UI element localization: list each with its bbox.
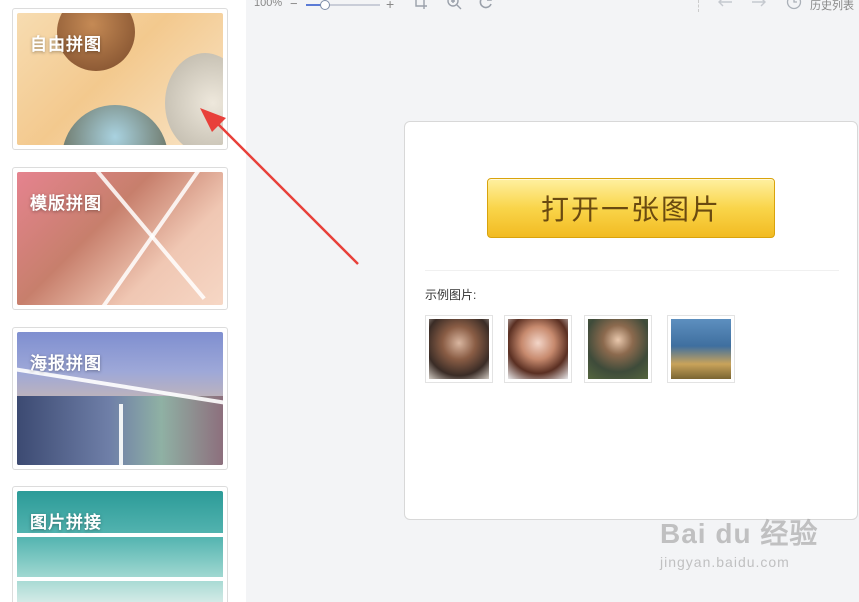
rotate-icon[interactable] bbox=[478, 0, 494, 15]
free-collage-thumbnail: 自由拼图 bbox=[17, 13, 223, 145]
open-image-button[interactable]: 打开一张图片 bbox=[487, 178, 775, 238]
panel-divider bbox=[425, 270, 839, 271]
image-stitch-card[interactable]: 图片拼接 bbox=[12, 486, 228, 602]
watermark-url: jingyan.baidu.com bbox=[660, 554, 790, 570]
clock-icon bbox=[786, 0, 802, 15]
toolbar-divider bbox=[698, 0, 699, 12]
image-stitch-thumbnail: 图片拼接 bbox=[17, 491, 223, 602]
zoom-level-text: 100% bbox=[254, 0, 283, 9]
history-list-button[interactable]: 历史列表 bbox=[810, 0, 854, 13]
poster-collage-label: 海报拼图 bbox=[30, 354, 102, 373]
zoom-in-icon[interactable] bbox=[446, 0, 462, 15]
baidu-watermark: Bai du 经验 jingyan.baidu.com bbox=[660, 512, 818, 570]
example-image-3[interactable] bbox=[584, 315, 652, 383]
example-images-label: 示例图片: bbox=[425, 288, 477, 302]
example-image-2[interactable] bbox=[504, 315, 572, 383]
free-collage-card[interactable]: 自由拼图 bbox=[12, 8, 228, 150]
zoom-slider-handle[interactable] bbox=[320, 0, 330, 10]
redo-icon[interactable] bbox=[750, 0, 768, 15]
example-image-1[interactable] bbox=[425, 315, 493, 383]
poster-collage-card[interactable]: 海报拼图 bbox=[12, 327, 228, 470]
poster-collage-thumbnail: 海报拼图 bbox=[17, 332, 223, 465]
undo-icon[interactable] bbox=[716, 0, 734, 15]
image-stitch-label: 图片拼接 bbox=[30, 513, 102, 532]
left-sidebar: 自由拼图 模版拼图 海报拼图 图片拼接 bbox=[0, 0, 246, 602]
zoom-in-button[interactable]: + bbox=[386, 0, 394, 12]
start-panel: 打开一张图片 示例图片: bbox=[404, 121, 858, 520]
template-collage-card[interactable]: 模版拼图 bbox=[12, 167, 228, 310]
toolbar: 100% − + 历史列表 bbox=[246, 0, 859, 14]
zoom-out-button[interactable]: − bbox=[290, 0, 298, 11]
template-collage-thumbnail: 模版拼图 bbox=[17, 172, 223, 305]
free-collage-label: 自由拼图 bbox=[30, 35, 102, 54]
example-image-4[interactable] bbox=[667, 315, 735, 383]
crop-icon[interactable] bbox=[412, 0, 428, 15]
template-collage-label: 模版拼图 bbox=[30, 194, 102, 213]
